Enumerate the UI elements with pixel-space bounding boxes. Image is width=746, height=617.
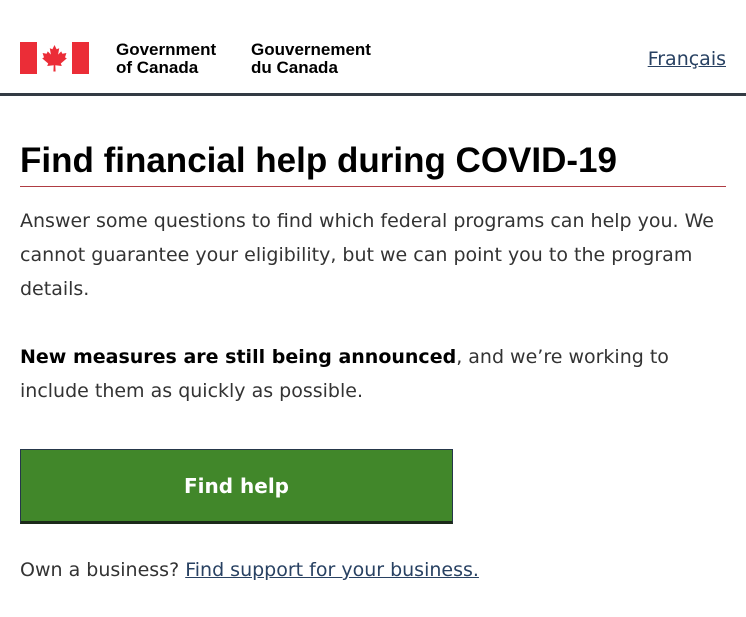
- signature-en-line1: Government: [116, 40, 217, 59]
- signature-en-line2: of Canada: [116, 58, 199, 77]
- intro-paragraph: Answer some questions to find which fede…: [20, 210, 714, 300]
- canada-flag-icon: [20, 42, 89, 74]
- business-support-link[interactable]: Find support for your business.: [185, 559, 479, 581]
- notice-bold-text: New measures are still being announced: [20, 346, 457, 368]
- business-prefix-text: Own a business?: [20, 559, 180, 581]
- language-toggle-link[interactable]: Français: [648, 48, 726, 70]
- notice-paragraph: New measures are still being announced, …: [20, 340, 726, 408]
- page-title: Find financial help during COVID-19: [20, 140, 726, 187]
- business-support-line: Own a business? Find support for your bu…: [20, 553, 479, 587]
- signature-fr-line1: Gouvernement: [251, 40, 371, 59]
- signature-french: Gouvernement du Canada: [251, 41, 371, 77]
- signature-english: Government of Canada: [116, 41, 216, 77]
- signature-fr-line2: du Canada: [251, 58, 338, 77]
- site-header: Government of Canada Gouvernement du Can…: [0, 0, 746, 96]
- main-content: Find financial help during COVID-19 Answ…: [20, 140, 726, 581]
- find-help-button[interactable]: Find help: [20, 449, 453, 524]
